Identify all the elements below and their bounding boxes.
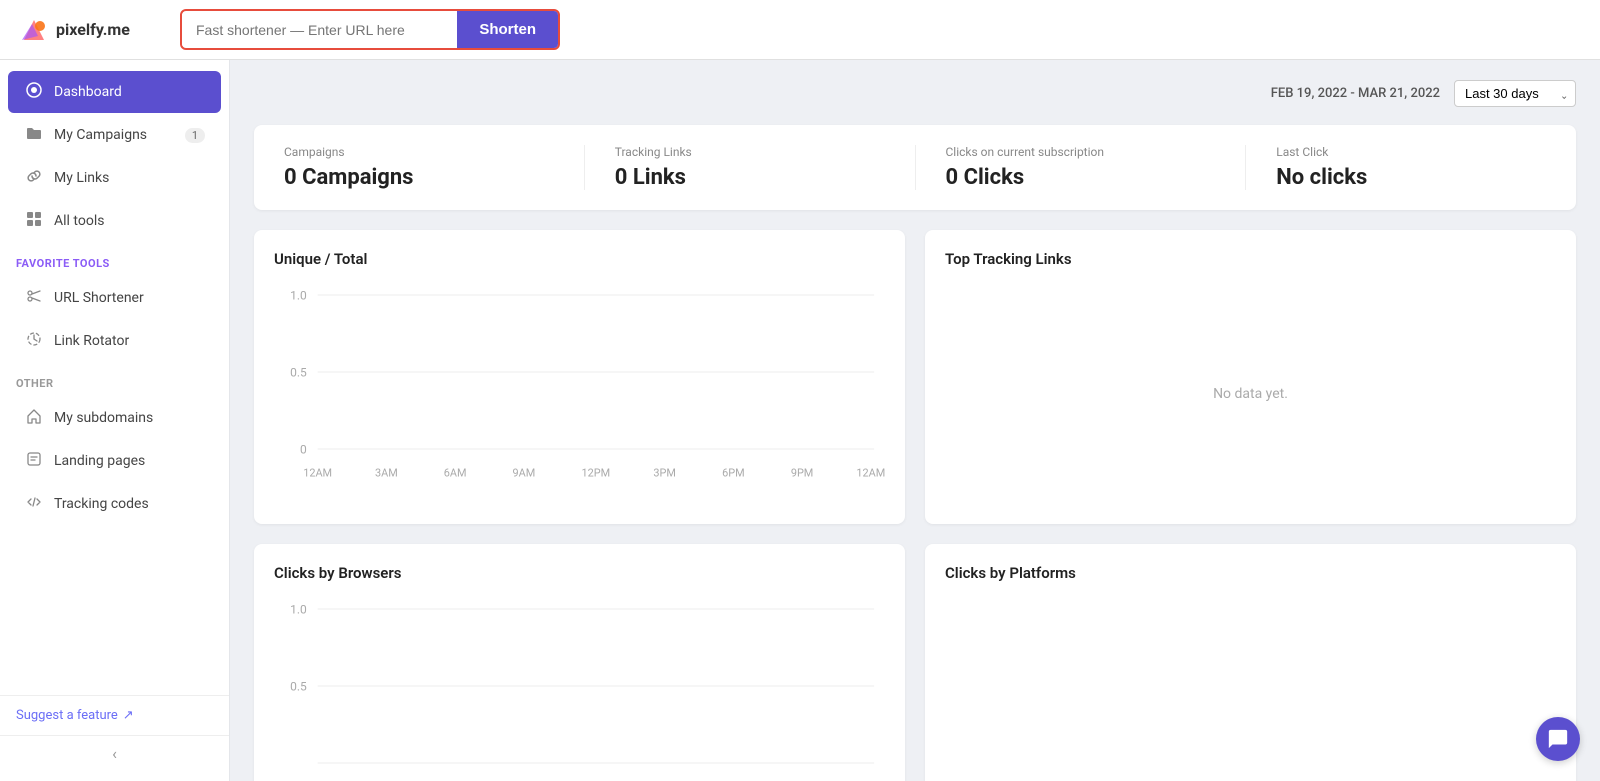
sidebar-item-label: All tools: [54, 213, 104, 229]
svg-text:3PM: 3PM: [653, 466, 676, 479]
chart-clicks-browsers-title: Clicks by Browsers: [274, 564, 885, 582]
chart-clicks-platforms: Clicks by Platforms: [925, 544, 1576, 781]
chart-top-tracking-links-area: No data yet.: [945, 284, 1556, 504]
svg-text:3AM: 3AM: [375, 466, 398, 479]
sidebar-item-tracking-codes[interactable]: Tracking codes: [8, 483, 221, 525]
svg-text:9PM: 9PM: [791, 466, 814, 479]
sidebar-item-label: My Campaigns: [54, 127, 147, 143]
stat-last-click: Last Click No clicks: [1246, 145, 1576, 190]
chart-top-tracking-links: Top Tracking Links No data yet.: [925, 230, 1576, 524]
logo[interactable]: pixelfy.me: [20, 16, 150, 44]
svg-text:12PM: 12PM: [582, 466, 611, 479]
sidebar-item-label: My subdomains: [54, 410, 153, 426]
chart-unique-total: Unique / Total 1.0 0.5 0 12AM 3AM: [254, 230, 905, 524]
chart-unique-total-title: Unique / Total: [274, 250, 885, 268]
stat-clicks: Clicks on current subscription 0 Clicks: [916, 145, 1247, 190]
sidebar-item-label: URL Shortener: [54, 290, 144, 306]
main-content: FEB 19, 2022 - MAR 21, 2022 Last 30 days…: [230, 60, 1600, 781]
landing-icon: [24, 451, 44, 471]
date-range-select[interactable]: Last 30 days Last 7 days Last 90 days Cu…: [1454, 80, 1576, 107]
url-input[interactable]: [182, 14, 457, 46]
stat-tracking-links-value: 0 Links: [615, 165, 885, 190]
sidebar-item-link-rotator[interactable]: Link Rotator: [8, 320, 221, 362]
sidebar-item-landing-pages[interactable]: Landing pages: [8, 440, 221, 482]
sidebar: Dashboard My Campaigns 1 My Links Al: [0, 60, 230, 781]
stat-campaigns-value: 0 Campaigns: [284, 165, 554, 190]
sidebar-footer: Suggest a feature ↗: [0, 695, 229, 735]
sidebar-item-label: Link Rotator: [54, 333, 129, 349]
date-select-wrapper: Last 30 days Last 7 days Last 90 days Cu…: [1454, 80, 1576, 107]
logo-icon: [20, 16, 48, 44]
svg-text:1.0: 1.0: [290, 602, 307, 616]
logo-text: pixelfy.me: [56, 20, 130, 39]
external-link-icon: ↗: [123, 708, 134, 723]
sidebar-item-label: Tracking codes: [54, 496, 149, 512]
svg-text:0: 0: [300, 442, 307, 456]
sidebar-item-my-subdomains[interactable]: My subdomains: [8, 397, 221, 439]
chart-clicks-platforms-area: [945, 598, 1556, 781]
code-icon: [24, 494, 44, 514]
svg-text:12AM: 12AM: [856, 466, 885, 479]
date-range-text: FEB 19, 2022 - MAR 21, 2022: [1271, 86, 1440, 101]
my-campaigns-badge: 1: [185, 128, 205, 143]
stat-tracking-links-label: Tracking Links: [615, 145, 885, 159]
rotator-icon: [24, 331, 44, 351]
topbar: pixelfy.me Shorten: [0, 0, 1600, 60]
home-icon: [24, 408, 44, 428]
date-filter-bar: FEB 19, 2022 - MAR 21, 2022 Last 30 days…: [254, 80, 1576, 107]
collapse-icon: ‹: [112, 744, 117, 763]
svg-text:0.5: 0.5: [290, 679, 307, 693]
stat-campaigns: Campaigns 0 Campaigns: [254, 145, 585, 190]
stat-last-click-value: No clicks: [1276, 165, 1546, 190]
sidebar-item-label: Dashboard: [54, 84, 122, 100]
svg-text:12AM: 12AM: [303, 466, 332, 479]
chart-top-tracking-links-no-data: No data yet.: [945, 284, 1556, 504]
link-icon: [24, 168, 44, 188]
chart-unique-total-area: 1.0 0.5 0 12AM 3AM 6AM 9AM 12PM 3PM 6PM …: [274, 284, 885, 504]
sidebar-item-my-campaigns[interactable]: My Campaigns 1: [8, 114, 221, 156]
scissors-icon: [24, 288, 44, 308]
svg-text:6AM: 6AM: [444, 466, 467, 479]
sidebar-item-url-shortener[interactable]: URL Shortener: [8, 277, 221, 319]
chart-clicks-browsers: Clicks by Browsers 1.0 0.5: [254, 544, 905, 781]
stat-clicks-value: 0 Clicks: [946, 165, 1216, 190]
grid-icon: [24, 211, 44, 231]
shorten-button[interactable]: Shorten: [457, 11, 558, 48]
chart-clicks-browsers-svg: 1.0 0.5: [274, 598, 885, 781]
svg-text:6PM: 6PM: [722, 466, 745, 479]
svg-text:1.0: 1.0: [290, 288, 307, 302]
other-section-label: OTHER: [0, 363, 229, 396]
stat-clicks-label: Clicks on current subscription: [946, 145, 1216, 159]
svg-text:0.5: 0.5: [290, 365, 307, 379]
svg-text:9AM: 9AM: [512, 466, 535, 479]
stats-row: Campaigns 0 Campaigns Tracking Links 0 L…: [254, 125, 1576, 210]
folder-icon: [24, 125, 44, 145]
suggest-feature-link[interactable]: Suggest a feature ↗: [16, 708, 213, 723]
favorite-tools-section-label: FAVORITE TOOLS: [0, 243, 229, 276]
sidebar-collapse-button[interactable]: ‹: [0, 735, 229, 771]
charts-grid: Unique / Total 1.0 0.5 0 12AM 3AM: [254, 230, 1576, 781]
sidebar-item-all-tools[interactable]: All tools: [8, 200, 221, 242]
stat-tracking-links: Tracking Links 0 Links: [585, 145, 916, 190]
stat-campaigns-label: Campaigns: [284, 145, 554, 159]
stat-last-click-label: Last Click: [1276, 145, 1546, 159]
url-shortener-bar: Shorten: [180, 9, 560, 50]
chat-icon: [1547, 728, 1569, 750]
chart-clicks-platforms-title: Clicks by Platforms: [945, 564, 1556, 582]
chart-unique-total-svg: 1.0 0.5 0 12AM 3AM 6AM 9AM 12PM 3PM 6PM …: [274, 284, 885, 504]
sidebar-item-my-links[interactable]: My Links: [8, 157, 221, 199]
chat-bubble-button[interactable]: [1536, 717, 1580, 761]
chart-clicks-browsers-area: 1.0 0.5: [274, 598, 885, 781]
main-layout: Dashboard My Campaigns 1 My Links Al: [0, 60, 1600, 781]
sidebar-nav: Dashboard My Campaigns 1 My Links Al: [0, 60, 229, 695]
suggest-feature-label: Suggest a feature: [16, 708, 118, 723]
chart-top-tracking-links-title: Top Tracking Links: [945, 250, 1556, 268]
sidebar-item-label: Landing pages: [54, 453, 145, 469]
sidebar-item-dashboard[interactable]: Dashboard: [8, 71, 221, 113]
dashboard-icon: [24, 82, 44, 102]
sidebar-item-label: My Links: [54, 170, 109, 186]
